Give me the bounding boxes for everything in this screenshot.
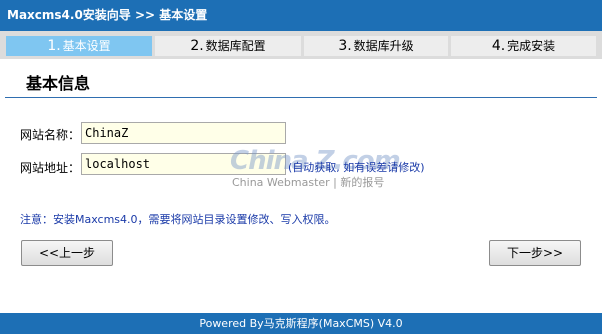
- step-3-number: 3.: [338, 38, 352, 54]
- site-name-input[interactable]: ChinaZ: [81, 122, 286, 144]
- site-url-input[interactable]: localhost: [81, 153, 286, 175]
- step-2-database-config: 2. 数据库配置: [155, 36, 301, 56]
- step-3-database-upgrade: 3. 数据库升级: [304, 36, 448, 56]
- step-bar: 1. 基本设置 2. 数据库配置 3. 数据库升级 4. 完成安装: [0, 31, 602, 59]
- step-2-number: 2.: [190, 38, 204, 54]
- step-4-finish-install: 4. 完成安装: [451, 36, 596, 56]
- site-url-label: 网站地址：: [20, 161, 81, 175]
- section-divider: [5, 97, 597, 98]
- permission-notice: 注意：安装Maxcms4.0，需要将网站目录设置修改、写入权限。: [20, 213, 336, 226]
- footer-powered-by: Powered By马克斯程序(MaxCMS) V4.0: [0, 313, 602, 334]
- section-title: 基本信息: [26, 74, 91, 93]
- step-2-label: 数据库配置: [205, 39, 266, 53]
- step-3-label: 数据库升级: [353, 39, 414, 53]
- watermark-subtitle: China Webmaster | 新的报号: [232, 176, 385, 189]
- step-4-number: 4.: [491, 38, 506, 54]
- step-1-number: 1.: [47, 38, 61, 54]
- window-title: Maxcms4.0安装向导 >> 基本设置: [0, 0, 602, 31]
- step-1-label: 基本设置: [62, 39, 111, 53]
- next-step-button[interactable]: 下一步>>: [489, 240, 581, 266]
- step-1-basic-settings: 1. 基本设置: [6, 36, 152, 56]
- prev-step-button[interactable]: <<上一步: [21, 240, 113, 266]
- site-name-label: 网站名称：: [20, 128, 81, 142]
- site-url-hint: (自动获取, 如有误差请修改): [288, 161, 425, 174]
- step-4-label: 完成安装: [507, 39, 556, 53]
